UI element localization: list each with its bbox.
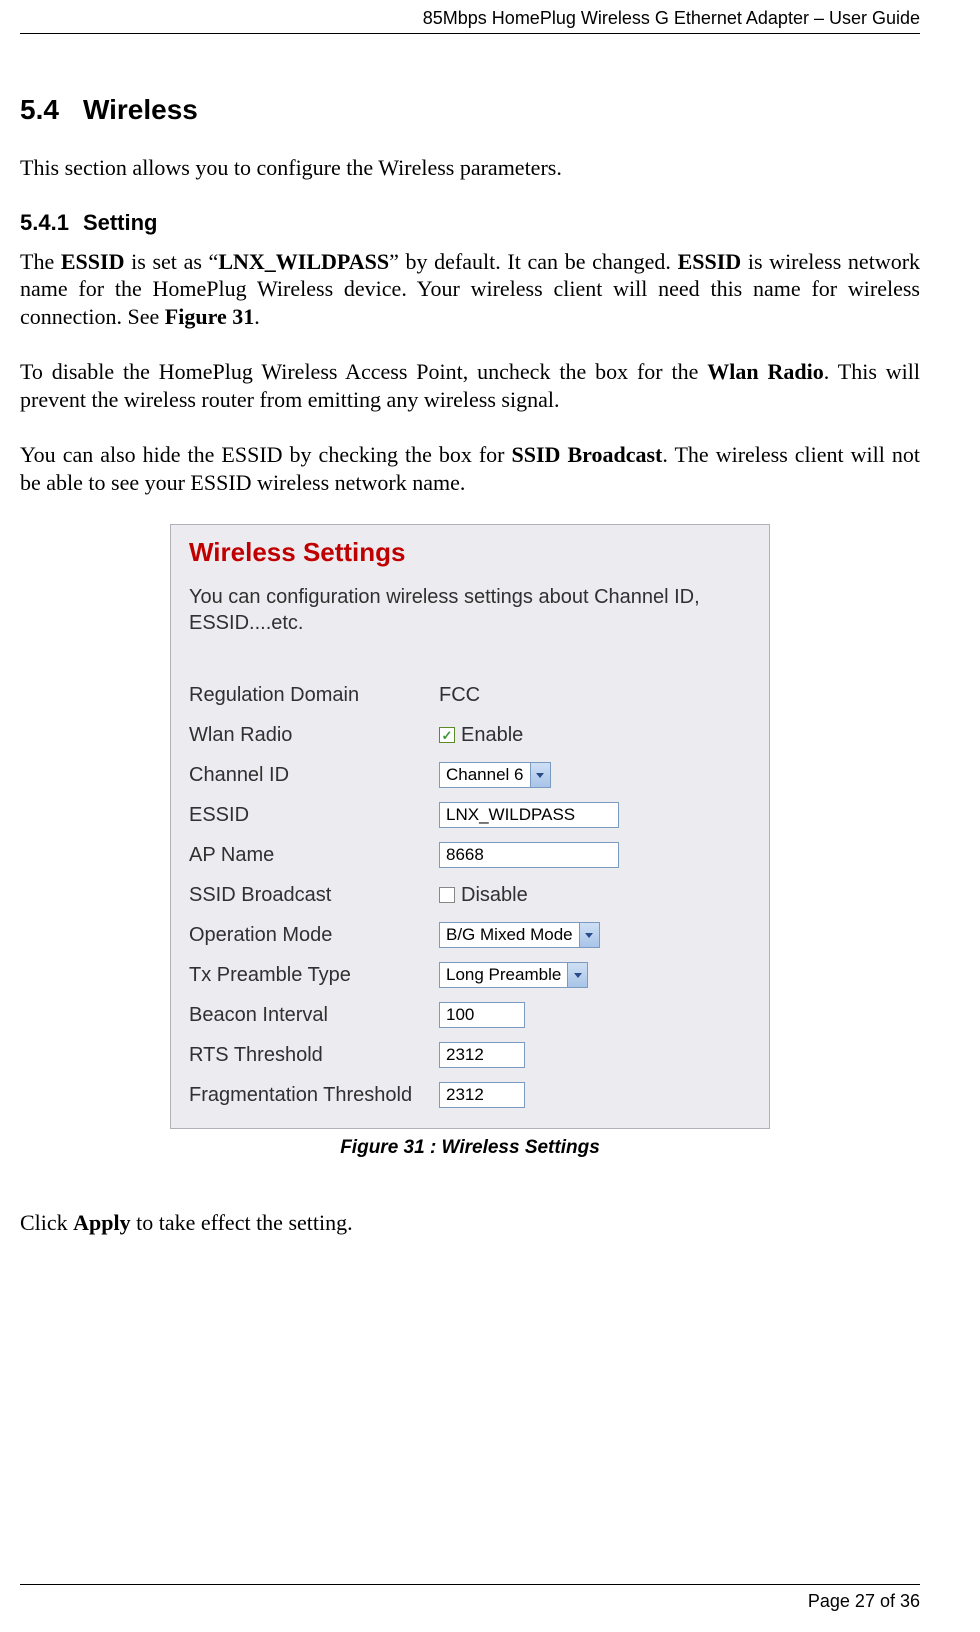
label-fragmentation-threshold: Fragmentation Threshold	[189, 1084, 439, 1107]
text: .	[254, 304, 260, 329]
subsection-title: Setting	[83, 210, 158, 235]
select-channel-id[interactable]: Channel 6	[439, 762, 551, 788]
paragraph-3: You can also hide the ESSID by checking …	[20, 441, 920, 496]
label-rts-threshold: RTS Threshold	[189, 1044, 439, 1067]
chevron-down-icon[interactable]	[579, 923, 599, 947]
text-bold: Figure 31	[165, 304, 254, 329]
intro-paragraph: This section allows you to configure the…	[20, 154, 920, 182]
figure-31: Wireless Settings You can configuration …	[20, 524, 920, 1159]
select-tx-preamble[interactable]: Long Preamble	[439, 962, 588, 988]
row-wlan-radio: Wlan Radio ✓ Enable	[189, 720, 751, 750]
select-operation-mode[interactable]: B/G Mixed Mode	[439, 922, 600, 948]
label-beacon-interval: Beacon Interval	[189, 1004, 439, 1027]
row-tx-preamble: Tx Preamble Type Long Preamble	[189, 960, 751, 990]
select-tx-preamble-value: Long Preamble	[446, 965, 561, 985]
row-beacon-interval: Beacon Interval 100	[189, 1000, 751, 1030]
section-heading: 5.4 Wireless	[20, 94, 920, 126]
text: is set as “	[124, 249, 218, 274]
text-bold: Wlan Radio	[707, 359, 823, 384]
input-fragmentation-threshold[interactable]: 2312	[439, 1082, 525, 1108]
panel-description: You can configuration wireless settings …	[189, 584, 751, 636]
label-ssid-broadcast: SSID Broadcast	[189, 884, 439, 907]
paragraph-2: To disable the HomePlug Wireless Access …	[20, 358, 920, 413]
input-beacon-interval[interactable]: 100	[439, 1002, 525, 1028]
apply-paragraph: Click Apply to take effect the setting.	[20, 1209, 920, 1237]
checkbox-ssid-broadcast[interactable]: ✓	[439, 887, 455, 903]
input-ap-name[interactable]: 8668	[439, 842, 619, 868]
text-bold: Apply	[73, 1210, 130, 1235]
text: ” by default. It can be changed.	[389, 249, 678, 274]
section-title: Wireless	[83, 94, 198, 125]
text: You can also hide the ESSID by checking …	[20, 442, 512, 467]
subsection-number: 5.4.1	[20, 210, 69, 236]
row-rts-threshold: RTS Threshold 2312	[189, 1040, 751, 1070]
header-rule	[20, 33, 920, 34]
checkbox-ssid-broadcast-label: Disable	[461, 884, 528, 907]
row-ap-name: AP Name 8668	[189, 840, 751, 870]
text-bold: LNX_WILDPASS	[218, 249, 389, 274]
label-regulation-domain: Regulation Domain	[189, 684, 439, 707]
text: To disable the HomePlug Wireless Access …	[20, 359, 707, 384]
text: The	[20, 249, 61, 274]
select-channel-id-value: Channel 6	[446, 765, 524, 785]
subsection-heading: 5.4.1 Setting	[20, 210, 920, 236]
label-ap-name: AP Name	[189, 844, 439, 867]
label-essid: ESSID	[189, 804, 439, 827]
text-bold: ESSID	[678, 249, 742, 274]
label-operation-mode: Operation Mode	[189, 924, 439, 947]
label-channel-id: Channel ID	[189, 764, 439, 787]
footer-rule	[20, 1584, 920, 1585]
document-header: 85Mbps HomePlug Wireless G Ethernet Adap…	[20, 8, 920, 29]
input-essid[interactable]: LNX_WILDPASS	[439, 802, 619, 828]
figure-caption: Figure 31 : Wireless Settings	[20, 1137, 920, 1159]
row-ssid-broadcast: SSID Broadcast ✓ Disable	[189, 880, 751, 910]
row-essid: ESSID LNX_WILDPASS	[189, 800, 751, 830]
chevron-down-icon[interactable]	[530, 763, 550, 787]
wireless-settings-panel: Wireless Settings You can configuration …	[170, 524, 770, 1129]
chevron-down-icon[interactable]	[567, 963, 587, 987]
panel-title: Wireless Settings	[189, 537, 751, 568]
text-bold: ESSID	[61, 249, 125, 274]
label-tx-preamble: Tx Preamble Type	[189, 964, 439, 987]
text: to take effect the setting.	[131, 1210, 353, 1235]
row-operation-mode: Operation Mode B/G Mixed Mode	[189, 920, 751, 950]
row-channel-id: Channel ID Channel 6	[189, 760, 751, 790]
checkbox-wlan-radio[interactable]: ✓	[439, 727, 455, 743]
paragraph-1: The ESSID is set as “LNX_WILDPASS” by de…	[20, 248, 920, 331]
text: Click	[20, 1210, 73, 1235]
input-rts-threshold[interactable]: 2312	[439, 1042, 525, 1068]
label-wlan-radio: Wlan Radio	[189, 724, 439, 747]
select-operation-mode-value: B/G Mixed Mode	[446, 925, 573, 945]
page-number: Page 27 of 36	[20, 1591, 920, 1612]
text-bold: SSID Broadcast	[512, 442, 663, 467]
row-fragmentation-threshold: Fragmentation Threshold 2312	[189, 1080, 751, 1110]
row-regulation-domain: Regulation Domain FCC	[189, 680, 751, 710]
checkbox-wlan-radio-label: Enable	[461, 724, 523, 747]
value-regulation-domain: FCC	[439, 684, 480, 707]
page-footer: Page 27 of 36	[20, 1584, 920, 1612]
section-number: 5.4	[20, 94, 59, 126]
